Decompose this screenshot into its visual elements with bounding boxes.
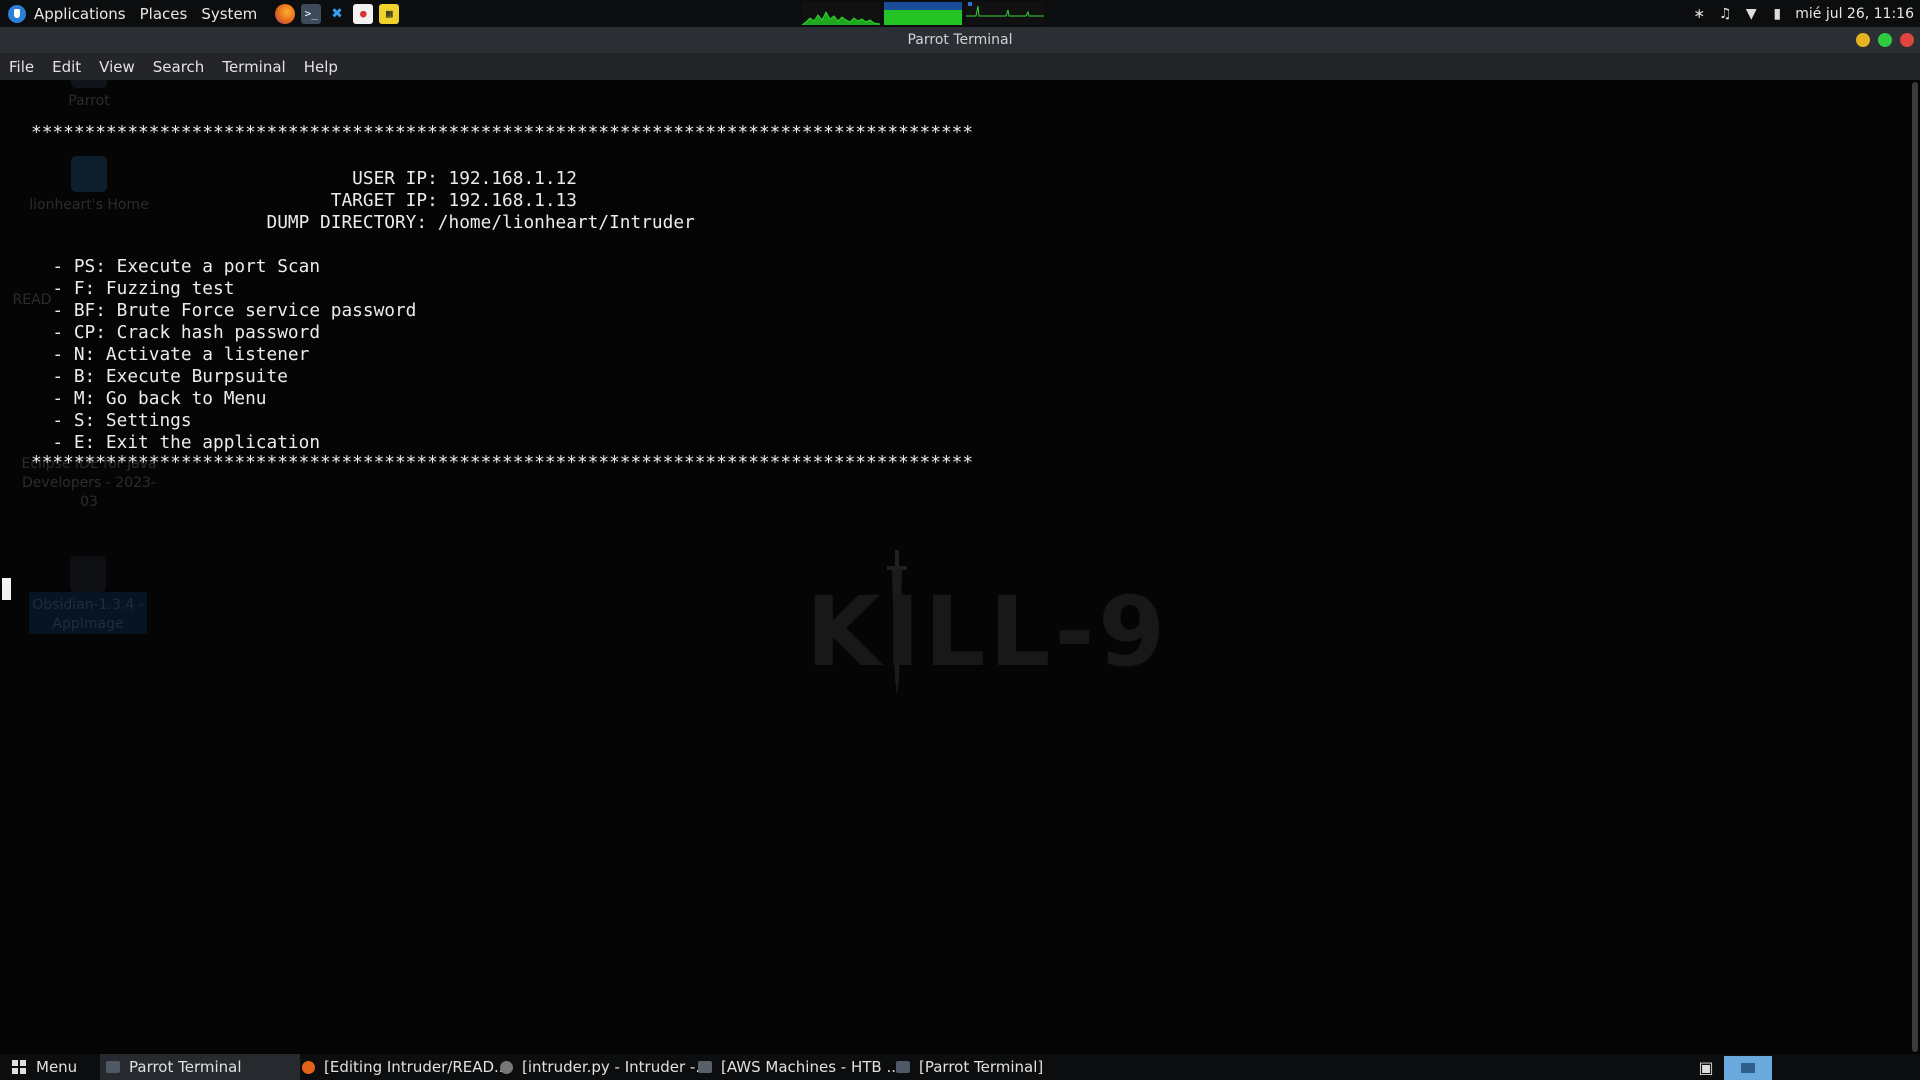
option-settings: - S: Settings — [31, 410, 192, 431]
option-menu: - M: Go back to Menu — [31, 388, 267, 409]
menu-button[interactable]: Menu — [12, 1054, 77, 1080]
taskbar-item-aws-machines[interactable]: [AWS Machines - HTB ... — [698, 1054, 901, 1080]
system-menu[interactable]: System — [195, 0, 265, 27]
obsidian-icon — [70, 556, 106, 592]
option-crack-hash: - CP: Crack hash password — [31, 322, 321, 343]
menu-search[interactable]: Search — [144, 58, 214, 76]
taskbar-item-parrot-terminal[interactable]: Parrot Terminal — [100, 1054, 300, 1080]
menu-edit[interactable]: Edit — [43, 58, 90, 76]
minimize-button[interactable] — [1856, 33, 1870, 47]
kill9-watermark: KILL-9 — [806, 576, 1170, 688]
bluetooth-icon[interactable]: ∗ — [1691, 6, 1707, 22]
window-controls — [1856, 33, 1914, 47]
battery-icon[interactable]: ▮ — [1769, 6, 1785, 22]
taskbar-item-editing-readme[interactable]: [Editing Intruder/READ... — [302, 1054, 508, 1080]
taskbar-item-parrot-terminal-2[interactable]: [Parrot Terminal] — [896, 1054, 1043, 1080]
wifi-icon[interactable]: ▼ — [1743, 6, 1759, 22]
option-listener: - N: Activate a listener — [31, 344, 310, 365]
parrot-logo-icon — [8, 4, 26, 23]
vscode-icon[interactable]: ✖ — [327, 3, 348, 24]
terminal-area[interactable]: Parrot lionheart's Home READ Eclipse IDE… — [0, 80, 1910, 1054]
menu-terminal[interactable]: Terminal — [213, 58, 294, 76]
taskbar-tray: ▣ — [1698, 1054, 1772, 1080]
desktop-icon-obsidian: Obsidian-1.3.4 - AppImage — [29, 556, 147, 634]
window-title: Parrot Terminal — [907, 32, 1013, 48]
terminal-icon[interactable]: >_ — [301, 3, 322, 24]
system-tray: ∗ ♫ ▼ ▮ mié jul 26, 11:16 — [1691, 0, 1914, 27]
text-editor-icon[interactable]: ● — [353, 3, 374, 24]
network-graph — [966, 2, 1044, 25]
grid-menu-icon — [12, 1060, 26, 1074]
firefox-icon[interactable] — [275, 3, 296, 24]
applications-label: Applications — [34, 4, 126, 23]
firefox-icon — [302, 1060, 315, 1074]
system-monitor — [802, 2, 1044, 25]
border-line-top: ****************************************… — [31, 122, 974, 143]
option-exit: - E: Exit the application — [31, 432, 321, 453]
places-menu[interactable]: Places — [134, 0, 196, 27]
cpu-graph — [802, 2, 880, 25]
menu-view[interactable]: View — [90, 58, 144, 76]
option-burpsuite: - B: Execute Burpsuite — [31, 366, 288, 387]
option-port-scan: - PS: Execute a port Scan — [31, 256, 321, 277]
maximize-button[interactable] — [1878, 33, 1892, 47]
applications-menu[interactable]: Applications — [0, 0, 134, 27]
workspace-window-icon — [1741, 1062, 1755, 1073]
menu-label: Menu — [36, 1058, 78, 1076]
system-label: System — [201, 4, 258, 23]
screenshot-icon[interactable]: ▦ — [379, 3, 400, 24]
top-panel: Applications Places System >_ ✖ ● ▦ ∗ ♫ … — [0, 0, 1920, 27]
vscode-icon — [500, 1060, 513, 1074]
target-ip-line: TARGET IP: 192.168.1.13 — [31, 190, 577, 211]
volume-icon[interactable]: ♫ — [1717, 6, 1733, 22]
border-line-bottom: ****************************************… — [31, 452, 974, 473]
option-brute-force: - BF: Brute Force service password — [31, 300, 417, 321]
user-ip-line: USER IP: 192.168.1.12 — [31, 168, 577, 189]
show-desktop-icon[interactable]: ▣ — [1698, 1058, 1714, 1077]
terminal-icon — [896, 1061, 910, 1073]
menu-file[interactable]: File — [0, 58, 43, 76]
memory-graph — [884, 2, 962, 25]
places-label: Places — [139, 4, 188, 23]
dump-directory-line: DUMP DIRECTORY: /home/lionheart/Intruder — [31, 212, 695, 233]
folder-icon — [71, 80, 107, 88]
terminal-cursor — [2, 578, 11, 600]
clock[interactable]: mié jul 26, 11:16 — [1795, 6, 1914, 22]
menu-help[interactable]: Help — [295, 58, 347, 76]
terminal-scrollbar[interactable] — [1910, 80, 1920, 1054]
desktop-icon-parrot: Parrot — [19, 80, 159, 111]
scrollbar-thumb[interactable] — [1912, 82, 1918, 1052]
option-fuzzing: - F: Fuzzing test — [31, 278, 235, 299]
terminal-menubar: File Edit View Search Terminal Help — [0, 53, 1920, 80]
bottom-taskbar: Menu Parrot Terminal [Editing Intruder/R… — [0, 1054, 1920, 1080]
workspace-switcher[interactable] — [1724, 1055, 1772, 1080]
window-titlebar[interactable]: Parrot Terminal — [0, 27, 1920, 53]
terminal-icon — [106, 1061, 120, 1073]
taskbar-item-intruder-py[interactable]: [intruder.py - Intruder -... — [500, 1054, 710, 1080]
window-icon — [698, 1061, 712, 1073]
close-button[interactable] — [1900, 33, 1914, 47]
